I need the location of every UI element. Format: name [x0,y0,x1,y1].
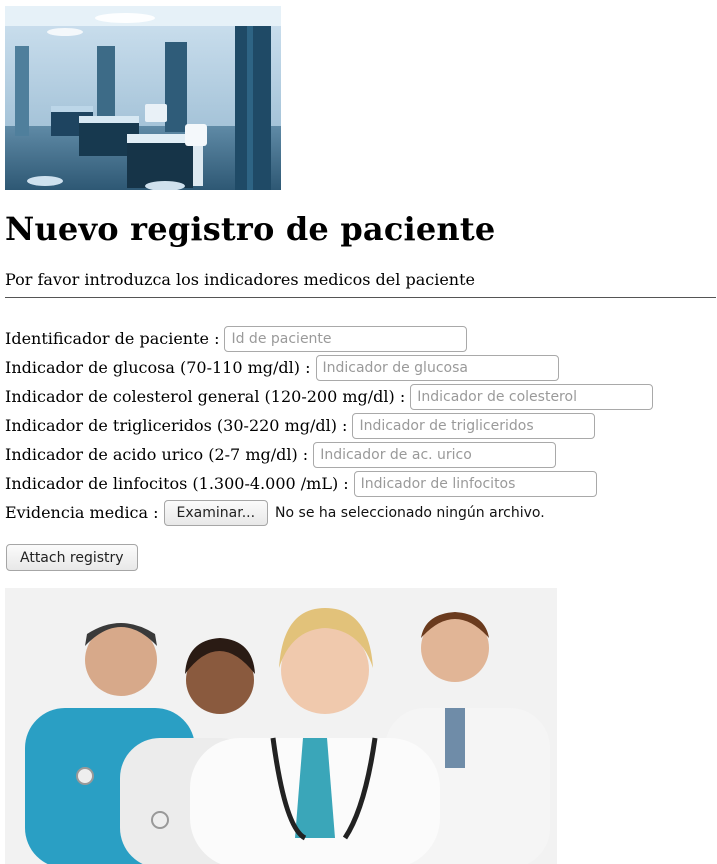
uric-acid-row: Indicador de acido urico (2-7 mg/dl) : [5,440,717,469]
cholesterol-input[interactable] [410,383,654,410]
cholesterol-label: Indicador de colesterol general (120-200… [5,387,406,406]
intro-text: Por favor introduzca los indicadores med… [5,270,475,289]
uric-acid-input[interactable] [313,441,557,468]
patient-id-input[interactable] [224,325,468,352]
triglycerides-input[interactable] [352,412,596,439]
cholesterol-row: Indicador de colesterol general (120-200… [5,382,717,411]
lymphocytes-input[interactable] [353,470,597,497]
lymphocytes-label: Indicador de linfocitos (1.300-4.000 /mL… [5,474,349,493]
patient-form: Identificador de paciente : Indicador de… [5,324,717,527]
evidence-label: Evidencia medica : [5,503,159,522]
triglycerides-row: Indicador de trigliceridos (30-220 mg/dl… [5,411,717,440]
patient-id-row: Identificador de paciente : [5,324,717,353]
hospital-room-image [5,6,281,190]
file-status-text: No se ha seleccionado ningún archivo. [275,504,545,521]
attach-registry-button[interactable]: Attach registry [6,544,138,571]
glucose-input[interactable] [315,354,559,381]
evidence-row: Evidencia medica : Examinar... No se ha … [5,498,717,527]
triglycerides-label: Indicador de trigliceridos (30-220 mg/dl… [5,416,348,435]
divider [5,297,716,298]
medical-staff-image [5,588,557,864]
browse-file-button[interactable]: Examinar... [163,499,269,526]
page-title: Nuevo registro de paciente [5,210,496,248]
patient-id-label: Identificador de paciente : [5,329,220,348]
glucose-row: Indicador de glucosa (70-110 mg/dl) : [5,353,717,382]
uric-acid-label: Indicador de acido urico (2-7 mg/dl) : [5,445,309,464]
lymphocytes-row: Indicador de linfocitos (1.300-4.000 /mL… [5,469,717,498]
glucose-label: Indicador de glucosa (70-110 mg/dl) : [5,358,311,377]
